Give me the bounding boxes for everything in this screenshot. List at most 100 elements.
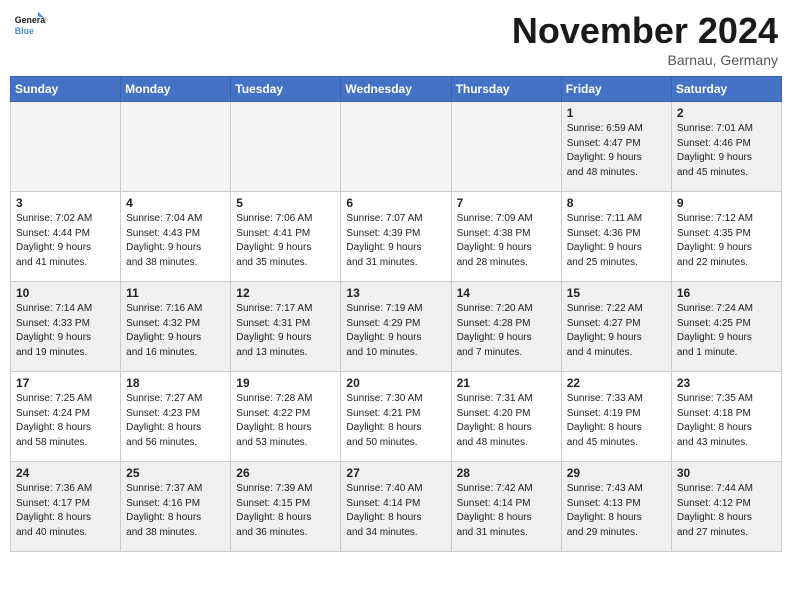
calendar-cell: 1Sunrise: 6:59 AM Sunset: 4:47 PM Daylig… bbox=[561, 102, 671, 192]
calendar-cell bbox=[341, 102, 451, 192]
calendar-cell: 7Sunrise: 7:09 AM Sunset: 4:38 PM Daylig… bbox=[451, 192, 561, 282]
day-info: Sunrise: 7:07 AM Sunset: 4:39 PM Dayligh… bbox=[346, 212, 445, 270]
day-info: Sunrise: 7:04 AM Sunset: 4:43 PM Dayligh… bbox=[126, 212, 225, 270]
day-number: 16 bbox=[677, 286, 776, 300]
day-number: 18 bbox=[126, 376, 225, 390]
weekday-header-row: SundayMondayTuesdayWednesdayThursdayFrid… bbox=[11, 77, 782, 102]
day-info: Sunrise: 7:31 AM Sunset: 4:20 PM Dayligh… bbox=[457, 392, 556, 450]
day-info: Sunrise: 7:12 AM Sunset: 4:35 PM Dayligh… bbox=[677, 212, 776, 270]
day-info: Sunrise: 7:17 AM Sunset: 4:31 PM Dayligh… bbox=[236, 302, 335, 360]
calendar-cell: 13 Sunrise: 7:19 AM Sunset: 4:29 PM Dayli… bbox=[341, 282, 451, 372]
day-number: 1 bbox=[567, 106, 666, 120]
day-number: 13 bbox=[346, 286, 445, 300]
calendar-cell: 22 Sunrise: 7:33 AM Sunset: 4:19 PM Dayli… bbox=[561, 372, 671, 462]
day-number: 14 bbox=[457, 286, 556, 300]
day-number: 22 bbox=[567, 376, 666, 390]
calendar-cell: 28 Sunrise: 7:42 AM Sunset: 4:14 PM Dayli… bbox=[451, 462, 561, 552]
day-info: Sunrise: 7:35 AM Sunset: 4:18 PM Dayligh… bbox=[677, 392, 776, 450]
day-number: 10 bbox=[16, 286, 115, 300]
day-info: Sunrise: 7:22 AM Sunset: 4:27 PM Dayligh… bbox=[567, 302, 666, 360]
day-number: 26 bbox=[236, 466, 335, 480]
day-info: Sunrise: 7:40 AM Sunset: 4:14 PM Dayligh… bbox=[346, 482, 445, 540]
calendar-cell: 8 Sunrise: 7:11 AM Sunset: 4:36 PM Daylig… bbox=[561, 192, 671, 282]
calendar-cell: 26 Sunrise: 7:39 AM Sunset: 4:15 PM Dayli… bbox=[231, 462, 341, 552]
calendar-cell: 3 Sunrise: 7:02 AM Sunset: 4:44 PM Daylig… bbox=[11, 192, 121, 282]
calendar-table: SundayMondayTuesdayWednesdayThursdayFrid… bbox=[10, 76, 782, 552]
day-info: Sunrise: 7:37 AM Sunset: 4:16 PM Dayligh… bbox=[126, 482, 225, 540]
weekday-header: Sunday bbox=[11, 77, 121, 102]
day-number: 25 bbox=[126, 466, 225, 480]
calendar-cell: 29 Sunrise: 7:43 AM Sunset: 4:13 PM Dayli… bbox=[561, 462, 671, 552]
day-info: Sunrise: 7:02 AM Sunset: 4:44 PM Dayligh… bbox=[16, 212, 115, 270]
day-info: Sunrise: 7:11 AM Sunset: 4:36 PM Dayligh… bbox=[567, 212, 666, 270]
day-number: 8 bbox=[567, 196, 666, 210]
day-number: 24 bbox=[16, 466, 115, 480]
day-info: Sunrise: 7:24 AM Sunset: 4:25 PM Dayligh… bbox=[677, 302, 776, 360]
calendar-cell: 21 Sunrise: 7:31 AM Sunset: 4:20 PM Dayli… bbox=[451, 372, 561, 462]
calendar-week-row: 1Sunrise: 6:59 AM Sunset: 4:47 PM Daylig… bbox=[11, 102, 782, 192]
calendar-cell bbox=[451, 102, 561, 192]
title-block: November 2024 Barnau, Germany bbox=[512, 10, 778, 68]
location: Barnau, Germany bbox=[512, 52, 778, 68]
day-number: 23 bbox=[677, 376, 776, 390]
day-info: Sunrise: 7:39 AM Sunset: 4:15 PM Dayligh… bbox=[236, 482, 335, 540]
calendar-cell: 19Sunrise: 7:28 AM Sunset: 4:22 PM Dayli… bbox=[231, 372, 341, 462]
day-number: 12 bbox=[236, 286, 335, 300]
calendar-week-row: 17 Sunrise: 7:25 AM Sunset: 4:24 PM Dayli… bbox=[11, 372, 782, 462]
weekday-header: Saturday bbox=[671, 77, 781, 102]
day-info: Sunrise: 7:43 AM Sunset: 4:13 PM Dayligh… bbox=[567, 482, 666, 540]
calendar-cell: 15Sunrise: 7:22 AM Sunset: 4:27 PM Dayli… bbox=[561, 282, 671, 372]
weekday-header: Monday bbox=[121, 77, 231, 102]
day-number: 28 bbox=[457, 466, 556, 480]
calendar-cell: 6 Sunrise: 7:07 AM Sunset: 4:39 PM Daylig… bbox=[341, 192, 451, 282]
weekday-header: Friday bbox=[561, 77, 671, 102]
day-number: 11 bbox=[126, 286, 225, 300]
day-info: Sunrise: 7:44 AM Sunset: 4:12 PM Dayligh… bbox=[677, 482, 776, 540]
calendar-week-row: 24 Sunrise: 7:36 AM Sunset: 4:17 PM Dayli… bbox=[11, 462, 782, 552]
day-number: 3 bbox=[16, 196, 115, 210]
weekday-header: Wednesday bbox=[341, 77, 451, 102]
calendar-cell: 9 Sunrise: 7:12 AM Sunset: 4:35 PM Daylig… bbox=[671, 192, 781, 282]
calendar-cell: 12 Sunrise: 7:17 AM Sunset: 4:31 PM Dayli… bbox=[231, 282, 341, 372]
logo-icon: General Blue bbox=[14, 10, 46, 42]
calendar-week-row: 3 Sunrise: 7:02 AM Sunset: 4:44 PM Daylig… bbox=[11, 192, 782, 282]
day-number: 17 bbox=[16, 376, 115, 390]
weekday-header: Tuesday bbox=[231, 77, 341, 102]
calendar-cell bbox=[11, 102, 121, 192]
calendar-cell: 17 Sunrise: 7:25 AM Sunset: 4:24 PM Dayli… bbox=[11, 372, 121, 462]
day-info: Sunrise: 7:06 AM Sunset: 4:41 PM Dayligh… bbox=[236, 212, 335, 270]
day-info: Sunrise: 7:42 AM Sunset: 4:14 PM Dayligh… bbox=[457, 482, 556, 540]
day-number: 2 bbox=[677, 106, 776, 120]
day-number: 6 bbox=[346, 196, 445, 210]
calendar-cell: 18 Sunrise: 7:27 AM Sunset: 4:23 PM Dayli… bbox=[121, 372, 231, 462]
day-info: Sunrise: 7:27 AM Sunset: 4:23 PM Dayligh… bbox=[126, 392, 225, 450]
day-number: 27 bbox=[346, 466, 445, 480]
day-info: Sunrise: 7:19 AM Sunset: 4:29 PM Dayligh… bbox=[346, 302, 445, 360]
calendar-cell: 5 Sunrise: 7:06 AM Sunset: 4:41 PM Daylig… bbox=[231, 192, 341, 282]
day-number: 4 bbox=[126, 196, 225, 210]
day-number: 19 bbox=[236, 376, 335, 390]
svg-text:Blue: Blue bbox=[15, 26, 34, 36]
calendar-cell: 16 Sunrise: 7:24 AM Sunset: 4:25 PM Dayli… bbox=[671, 282, 781, 372]
day-number: 5 bbox=[236, 196, 335, 210]
day-number: 9 bbox=[677, 196, 776, 210]
day-number: 30 bbox=[677, 466, 776, 480]
day-info: Sunrise: 7:20 AM Sunset: 4:28 PM Dayligh… bbox=[457, 302, 556, 360]
calendar-cell: 2Sunrise: 7:01 AM Sunset: 4:46 PM Daylig… bbox=[671, 102, 781, 192]
day-info: Sunrise: 7:25 AM Sunset: 4:24 PM Dayligh… bbox=[16, 392, 115, 450]
day-info: Sunrise: 7:36 AM Sunset: 4:17 PM Dayligh… bbox=[16, 482, 115, 540]
day-info: Sunrise: 7:16 AM Sunset: 4:32 PM Dayligh… bbox=[126, 302, 225, 360]
calendar-cell: 14 Sunrise: 7:20 AM Sunset: 4:28 PM Dayli… bbox=[451, 282, 561, 372]
calendar-cell bbox=[231, 102, 341, 192]
page-header: General Blue November 2024 Barnau, Germa… bbox=[10, 10, 782, 68]
day-info: Sunrise: 7:33 AM Sunset: 4:19 PM Dayligh… bbox=[567, 392, 666, 450]
day-info: Sunrise: 7:09 AM Sunset: 4:38 PM Dayligh… bbox=[457, 212, 556, 270]
calendar-cell: 20Sunrise: 7:30 AM Sunset: 4:21 PM Dayli… bbox=[341, 372, 451, 462]
calendar-cell: 24 Sunrise: 7:36 AM Sunset: 4:17 PM Dayli… bbox=[11, 462, 121, 552]
calendar-cell: 11 Sunrise: 7:16 AM Sunset: 4:32 PM Dayli… bbox=[121, 282, 231, 372]
day-number: 21 bbox=[457, 376, 556, 390]
calendar-cell: 27 Sunrise: 7:40 AM Sunset: 4:14 PM Dayli… bbox=[341, 462, 451, 552]
day-info: Sunrise: 7:30 AM Sunset: 4:21 PM Dayligh… bbox=[346, 392, 445, 450]
calendar-cell bbox=[121, 102, 231, 192]
day-number: 29 bbox=[567, 466, 666, 480]
